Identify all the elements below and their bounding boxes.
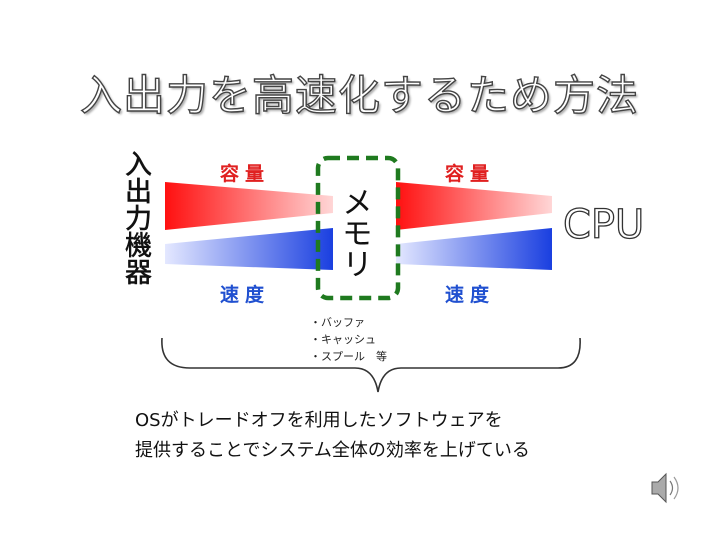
speed-label-left: 速度 (220, 284, 271, 306)
capacity-bar-right (396, 182, 552, 230)
memory-label: メモリ (336, 186, 372, 279)
note-line-2: 提供することでシステム全体の効率を上げている (135, 440, 530, 461)
speed-bar-right (396, 228, 552, 270)
speed-bar-left (165, 228, 333, 270)
speed-label-right: 速度 (445, 284, 496, 306)
example-item: ・キャッシュ (310, 333, 376, 346)
cpu-label: CPU (562, 201, 645, 248)
example-item: ・バッファ (310, 316, 365, 329)
capacity-label-right: 容量 (445, 163, 496, 185)
note-line-1: OSがトレードオフを利用したソフトウェアを (135, 410, 503, 431)
example-item: ・スプール 等 (310, 350, 387, 363)
capacity-bar-left (165, 182, 333, 230)
slide: 入出力を高速化するため方法 入出力機器 容量 容量 速度 速度 メモリ CPU … (0, 0, 719, 534)
capacity-label-left: 容量 (220, 163, 271, 185)
speaker-icon[interactable] (651, 472, 679, 504)
